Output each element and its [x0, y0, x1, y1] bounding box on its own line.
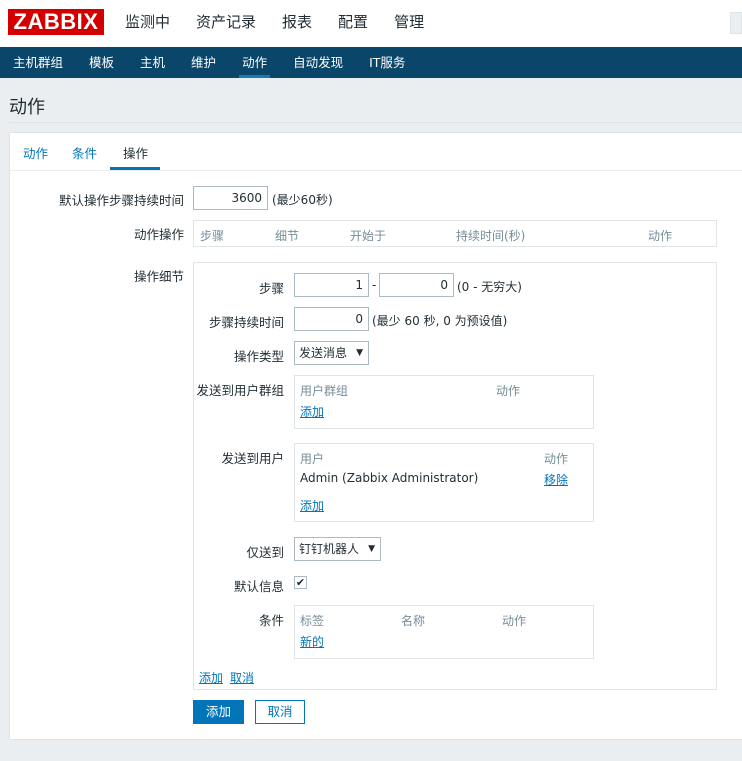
form-panel: 动作 条件 操作 默认操作步骤持续时间 3600 (最少60秒) 动作操作 步骤…	[9, 132, 742, 740]
dropdown-arrow-icon: ▼	[368, 544, 375, 554]
operations-label: 动作操作	[133, 227, 184, 242]
cancel-button[interactable]: 取消	[255, 700, 305, 724]
operation-type-select[interactable]: 发送消息 ▼	[294, 341, 369, 365]
active-tab-indicator	[110, 167, 160, 170]
send-only-to-select[interactable]: 钉钉机器人 ▼	[294, 537, 381, 561]
groups-col-group: 用户群组	[300, 384, 349, 398]
send-to-users-label: 发送到用户	[221, 451, 284, 466]
send-only-to-label: 仅送到	[246, 545, 284, 560]
search-box-edge[interactable]	[730, 12, 742, 34]
operation-type-label: 操作类型	[233, 349, 284, 364]
top-bar: ZABBIX 监测中 资产记录 报表 配置 管理	[0, 0, 742, 47]
conditions-new-link[interactable]: 新的	[300, 633, 324, 650]
sub-nav-templates[interactable]: 模板	[76, 47, 127, 78]
operations-col-steps: 步骤	[200, 229, 225, 243]
step-from-input[interactable]: 1	[294, 273, 369, 297]
step-duration-label: 步骤持续时间	[208, 315, 284, 330]
send-to-groups-label: 发送到用户群组	[196, 383, 284, 398]
zabbix-logo[interactable]: ZABBIX	[8, 9, 104, 35]
groups-add-link[interactable]: 添加	[300, 403, 324, 420]
operation-details-box: 步骤 1 - 0 (0 - 无穷大) 步骤持续时间 0 (最少 60 秒, 0 …	[193, 262, 717, 690]
default-message-checkbox[interactable]: ✔	[294, 576, 307, 589]
conditions-label: 条件	[258, 613, 284, 628]
main-nav: 监测中 资产记录 报表 配置 管理	[112, 0, 437, 47]
main-nav-administration[interactable]: 管理	[381, 0, 437, 47]
sub-nav-it-services[interactable]: IT服务	[356, 47, 418, 78]
step-hint: (0 - 无穷大)	[457, 280, 522, 294]
sub-nav-actions[interactable]: 动作	[229, 47, 280, 78]
default-step-duration-input[interactable]: 3600	[193, 186, 268, 210]
users-add-link[interactable]: 添加	[300, 497, 324, 514]
groups-col-action: 动作	[496, 384, 521, 398]
operation-type-value: 发送消息	[299, 346, 348, 360]
conditions-col-action: 动作	[502, 614, 527, 628]
steps-label: 步骤	[258, 281, 284, 296]
main-nav-inventory[interactable]: 资产记录	[183, 0, 269, 47]
tab-action[interactable]: 动作	[23, 143, 48, 162]
step-separator: -	[372, 278, 377, 292]
conditions-col-label: 标签	[300, 614, 325, 628]
default-step-duration-label: 默认操作步骤持续时间	[58, 193, 184, 208]
tab-operations[interactable]: 操作	[123, 143, 148, 162]
conditions-table: 标签 名称 动作 新的	[294, 605, 594, 659]
step-duration-hint: (最少 60 秒, 0 为预设值)	[372, 314, 508, 328]
main-nav-monitoring[interactable]: 监测中	[112, 0, 183, 47]
default-step-duration-hint: (最少60秒)	[272, 193, 333, 207]
operation-details-label: 操作细节	[133, 269, 184, 284]
send-only-to-value: 钉钉机器人	[299, 542, 360, 556]
sub-nav-maintenance[interactable]: 维护	[178, 47, 229, 78]
conditions-col-name: 名称	[401, 614, 426, 628]
default-message-label: 默认信息	[233, 579, 284, 594]
step-duration-input[interactable]: 0	[294, 307, 369, 331]
tab-conditions[interactable]: 条件	[72, 143, 97, 162]
users-col-user: 用户	[300, 452, 325, 466]
details-cancel-link[interactable]: 取消	[230, 669, 254, 686]
title-divider	[9, 122, 742, 123]
operations-col-start: 开始于	[350, 229, 387, 243]
user-row-name: Admin (Zabbix Administrator)	[300, 471, 479, 485]
sub-nav-host-groups[interactable]: 主机群组	[0, 47, 76, 78]
sub-nav-discovery[interactable]: 自动发现	[280, 47, 356, 78]
main-nav-reports[interactable]: 报表	[269, 0, 325, 47]
operations-col-details: 细节	[275, 229, 300, 243]
sub-nav-hosts[interactable]: 主机	[127, 47, 178, 78]
operations-col-duration: 持续时间(秒)	[456, 229, 526, 243]
details-add-link[interactable]: 添加	[199, 669, 223, 686]
main-nav-configuration[interactable]: 配置	[325, 0, 381, 47]
users-col-action: 动作	[544, 452, 569, 466]
sub-nav: 主机群组 模板 主机 维护 动作 自动发现 IT服务	[0, 47, 742, 78]
user-remove-link[interactable]: 移除	[544, 471, 568, 488]
add-button[interactable]: 添加	[193, 700, 244, 724]
tab-bar: 动作 条件 操作	[10, 133, 742, 171]
page-title: 动作	[9, 97, 45, 118]
operations-col-action: 动作	[648, 229, 673, 243]
operations-table: 步骤 细节 开始于 持续时间(秒) 动作	[193, 220, 717, 247]
send-to-users-table: 用户 动作 Admin (Zabbix Administrator) 移除 添加	[294, 443, 594, 522]
step-to-input[interactable]: 0	[379, 273, 454, 297]
send-to-groups-table: 用户群组 动作 添加	[294, 375, 594, 429]
dropdown-arrow-icon: ▼	[356, 348, 363, 358]
